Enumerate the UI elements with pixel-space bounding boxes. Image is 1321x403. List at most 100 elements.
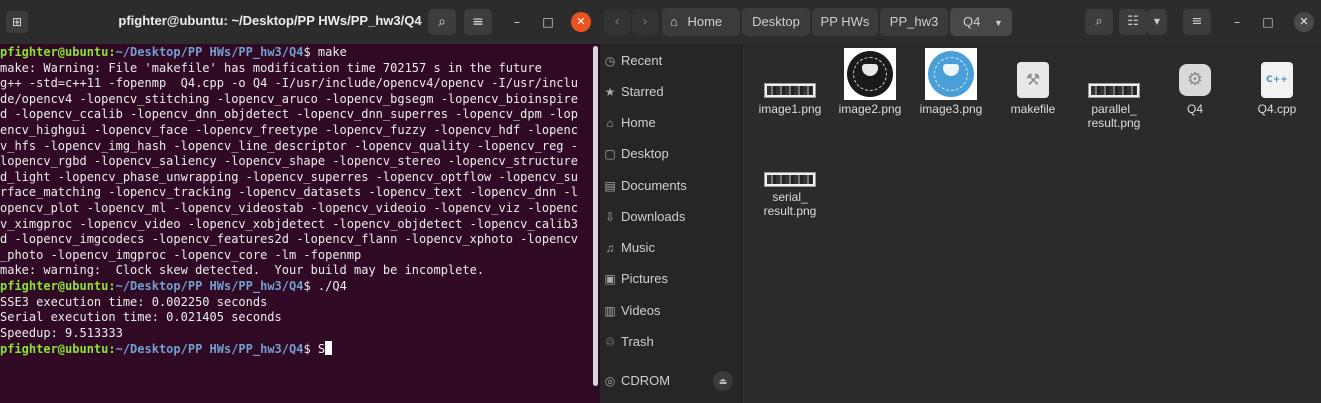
search-icon[interactable]: ⌕	[428, 9, 456, 35]
file-item-serial-result[interactable]: serial_ result.png	[750, 172, 830, 226]
university-seal-icon	[847, 51, 893, 97]
file-item-parallel-result[interactable]: parallel_ result.png	[1074, 80, 1154, 134]
terminal-output-line: make: Warning: File 'makefile' has modif…	[0, 60, 542, 75]
terminal-output-line: d_light -lopencv_phase_unwrapping -lopen…	[0, 169, 578, 184]
terminal-prompt-line: pfighter@ubuntu:~/Desktop/PP HWs/PP_hw3/…	[0, 279, 592, 295]
file-item-image2[interactable]: image2.png	[830, 48, 910, 120]
chevron-down-icon: ▼	[993, 18, 1003, 28]
prompt-separator: :	[108, 45, 116, 59]
breadcrumb-desktop[interactable]: Desktop	[742, 8, 810, 36]
terminal-title: pfighter@ubuntu: ~/Desktop/PP HWs/PP_hw3…	[118, 13, 422, 28]
sidebar-item-pictures[interactable]: ▣ Pictures	[600, 265, 742, 293]
file-item-image1[interactable]: image1.png	[750, 80, 830, 130]
download-icon: ⇩	[604, 210, 616, 224]
search-icon[interactable]: ⌕	[1085, 9, 1113, 35]
documents-icon: ▤	[604, 179, 616, 193]
terminal-prompt-line: pfighter@ubuntu:~/Desktop/PP HWs/PP_hw3/…	[0, 45, 592, 61]
maximize-icon[interactable]: □	[538, 12, 558, 32]
pictures-icon: ▣	[604, 272, 616, 286]
sidebar-item-trash[interactable]: ♲ Trash	[600, 328, 742, 356]
home-icon: ⌂	[606, 116, 614, 130]
sidebar-item-documents[interactable]: ▤ Documents	[600, 172, 742, 200]
cpp-file-icon: C++	[1261, 62, 1293, 98]
list-view-icon[interactable]: ☷	[1119, 9, 1147, 35]
image-thumbnail-icon	[925, 48, 977, 100]
terminal-prompt-line: pfighter@ubuntu:~/Desktop/PP HWs/PP_hw3/…	[0, 341, 592, 358]
terminal-output-line: opencv_plot -lopencv_ml -lopencv_videost…	[0, 200, 578, 215]
terminal-output-line: make: warning: Clock skew detected. Your…	[0, 263, 485, 278]
sidebar-item-downloads[interactable]: ⇩ Downloads	[600, 203, 742, 231]
terminal-output-line: SSE3 execution time: 0.002250 seconds	[0, 294, 268, 309]
terminal-output-line: d -lopencv_imgcodecs -lopencv_features2d…	[0, 232, 578, 247]
sidebar: ◷ Recent ★ Starred ⌂ Home ▢ Desktop ▤ Do…	[600, 44, 742, 403]
terminal-output[interactable]: pfighter@ubuntu:~/Desktop/PP HWs/PP_hw3/…	[0, 45, 592, 403]
terminal-output-line: _photo -lopencv_imgproc -lopencv_core -l…	[0, 247, 362, 262]
trash-icon: ♲	[604, 335, 616, 349]
terminal-cursor	[325, 341, 333, 356]
terminal-output-line: d -lopencv_ccalib -lopencv_dnn_objdetect…	[0, 107, 578, 122]
sidebar-item-desktop[interactable]: ▢ Desktop	[600, 140, 742, 168]
terminal-window: ⊞ pfighter@ubuntu: ~/Desktop/PP HWs/PP_h…	[0, 0, 600, 403]
new-tab-icon[interactable]: ⊞	[6, 11, 28, 33]
terminal-output-line: de/opencv4 -lopencv_stitching -lopencv_a…	[0, 91, 578, 106]
university-seal-icon	[928, 51, 974, 97]
file-item-image3[interactable]: image3.png	[911, 48, 991, 120]
sidebar-item-videos[interactable]: ▥ Videos	[600, 297, 742, 325]
cdrom-icon: ◎	[604, 374, 616, 388]
prompt-path: ~/Desktop/PP HWs/PP_hw3/Q4	[115, 278, 304, 293]
desktop-icon: ▢	[604, 147, 616, 161]
close-icon[interactable]: ✕	[571, 12, 591, 32]
maximize-icon[interactable]: □	[1258, 12, 1278, 32]
clock-icon: ◷	[604, 54, 616, 68]
prompt-user: pfighter@ubuntu	[0, 45, 109, 59]
prompt-path: ~/Desktop/PP HWs/PP_hw3/Q4	[115, 342, 304, 357]
file-grid: image1.png image2.png image3.png ⚒ makef…	[743, 44, 1321, 403]
breadcrumb-pp-hw3[interactable]: PP_hw3	[880, 8, 948, 36]
terminal-output-line: v_ximgproc -lopencv_video -lopencv_xobjd…	[0, 216, 578, 231]
terminal-output-line: rface_matching -lopencv_tracking -lopenc…	[0, 185, 578, 200]
image-thumbnail-icon	[764, 83, 816, 98]
file-manager-window: ‹ › ⌂ Home Desktop PP HWs PP_hw3 Q4 ▼ ⌕ …	[600, 0, 1321, 403]
music-icon: ♫	[605, 241, 615, 255]
prompt-separator: :	[108, 342, 116, 357]
terminal-output-line: encv_highgui -lopencv_face -lopencv_free…	[0, 122, 578, 137]
prompt-command: $ S	[303, 342, 326, 357]
makefile-icon: ⚒	[1017, 62, 1049, 98]
file-item-makefile[interactable]: ⚒ makefile	[993, 62, 1073, 120]
close-icon[interactable]: ✕	[1294, 12, 1314, 32]
chevron-left-icon[interactable]: ‹	[604, 9, 630, 35]
prompt-path: ~/Desktop/PP HWs/PP_hw3/Q4	[115, 45, 304, 59]
hamburger-menu-icon[interactable]: ≡	[464, 9, 492, 35]
videos-icon: ▥	[604, 304, 616, 318]
image-thumbnail-icon	[1088, 83, 1140, 98]
terminal-output-line: lopencv_rgbd -lopencv_saliency -lopencv_…	[0, 154, 578, 169]
sidebar-item-recent[interactable]: ◷ Recent	[600, 47, 742, 75]
file-item-q4[interactable]: ⚙ Q4	[1155, 64, 1235, 120]
sidebar-item-home[interactable]: ⌂ Home	[600, 109, 742, 137]
file-item-q4-cpp[interactable]: C++ Q4.cpp	[1237, 62, 1317, 120]
terminal-output-line: Serial execution time: 0.021405 seconds	[0, 310, 282, 325]
executable-icon: ⚙	[1179, 64, 1211, 96]
file-manager-header-bar: ‹ › ⌂ Home Desktop PP HWs PP_hw3 Q4 ▼ ⌕ …	[600, 0, 1321, 44]
prompt-command: $ ./Q4	[303, 278, 347, 293]
breadcrumb-pp-hws[interactable]: PP HWs	[812, 8, 878, 36]
sidebar-item-starred[interactable]: ★ Starred	[600, 78, 742, 106]
terminal-output-line: Speedup: 9.513333	[0, 325, 123, 340]
image-thumbnail-icon	[764, 172, 816, 187]
chevron-down-icon[interactable]: ▼	[1147, 9, 1167, 35]
terminal-output-line: g++ -std=c++11 -fopenmp Q4.cpp -o Q4 -I/…	[0, 76, 578, 91]
breadcrumb-home[interactable]: ⌂ Home	[662, 8, 740, 36]
eject-icon[interactable]: ⏏	[713, 371, 733, 391]
chevron-right-icon[interactable]: ›	[632, 9, 658, 35]
terminal-output-line: v_hfs -lopencv_img_hash -lopencv_line_de…	[0, 138, 578, 153]
star-icon: ★	[604, 85, 616, 99]
terminal-scrollbar[interactable]	[593, 46, 598, 386]
image-thumbnail-icon	[844, 48, 896, 100]
minimize-icon[interactable]: –	[1227, 12, 1247, 32]
minimize-icon[interactable]: –	[507, 12, 527, 32]
sidebar-item-music[interactable]: ♫ Music	[600, 234, 742, 262]
prompt-user: pfighter@ubuntu	[0, 278, 109, 293]
sidebar-item-cdrom[interactable]: ◎ CDROM ⏏	[600, 367, 742, 395]
hamburger-menu-icon[interactable]: ≡	[1183, 9, 1211, 35]
breadcrumb-q4[interactable]: Q4 ▼	[950, 8, 1012, 36]
